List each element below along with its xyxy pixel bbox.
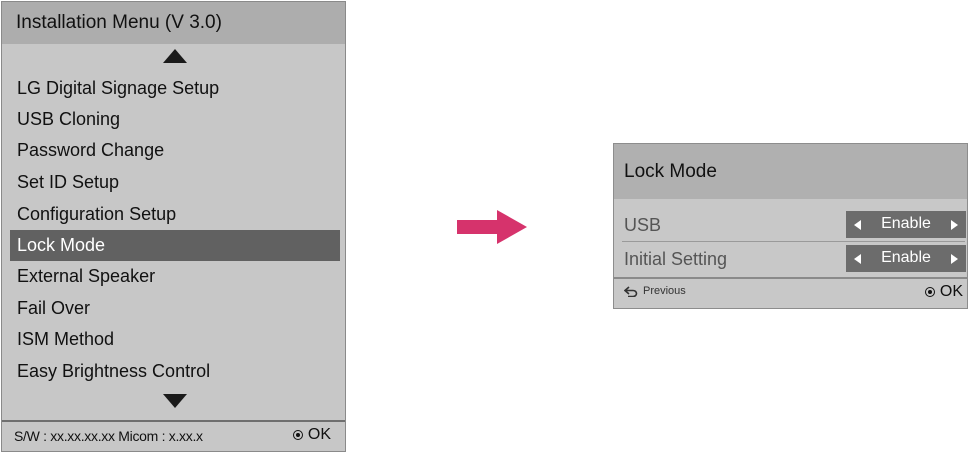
menu-header: Installation Menu (V 3.0) [2, 2, 345, 44]
menu-ok-label: OK [307, 426, 331, 443]
transition-arrow-icon [457, 210, 527, 244]
setting-value-initial-setting[interactable]: Enable [846, 245, 966, 272]
panel-ok-button[interactable]: OK [924, 283, 963, 301]
setting-label-initial-setting: Initial Setting [624, 249, 728, 269]
setting-value-usb[interactable]: Enable [846, 211, 966, 238]
menu-item-fail-over[interactable]: Fail Over [10, 293, 340, 324]
setting-value-usb-text: Enable [881, 215, 931, 232]
scroll-down-arrow-icon[interactable] [163, 394, 187, 408]
menu-title: Installation Menu (V 3.0) [16, 12, 222, 33]
ok-button-icon [924, 287, 935, 297]
panel-footer-divider [614, 277, 967, 279]
menu-item-configuration-setup[interactable]: Configuration Setup [10, 199, 340, 230]
previous-button[interactable]: Previous [624, 285, 686, 297]
menu-item-usb-cloning[interactable]: USB Cloning [10, 104, 340, 135]
menu-item-easy-brightness-control[interactable]: Easy Brightness Control [10, 356, 340, 387]
panel-header: Lock Mode [614, 144, 967, 199]
menu-item-ism-method[interactable]: ISM Method [10, 324, 340, 355]
setting-row-initial-setting[interactable]: Initial Setting Enable [614, 245, 967, 275]
setting-label-usb: USB [624, 215, 662, 235]
panel-ok-label: OK [939, 283, 963, 300]
lock-mode-panel: Lock Mode USB Enable Initial Setting Ena… [613, 143, 968, 309]
installation-menu: Installation Menu (V 3.0) LG Digital Sig… [1, 1, 346, 452]
software-version-info: S/W : xx.xx.xx.xx Micom : x.xx.x [14, 428, 203, 444]
menu-item-password-change[interactable]: Password Change [10, 135, 340, 166]
menu-ok-button[interactable]: OK [292, 426, 331, 444]
setting-row-usb[interactable]: USB Enable [614, 211, 967, 241]
previous-label: Previous [643, 285, 686, 297]
panel-title: Lock Mode [624, 161, 717, 182]
menu-item-lock-mode[interactable]: Lock Mode [10, 230, 340, 261]
menu-item-lg-digital-signage-setup[interactable]: LG Digital Signage Setup [10, 73, 340, 104]
ok-button-icon [292, 430, 303, 440]
setting-divider [622, 241, 965, 242]
right-triangle-icon[interactable] [951, 254, 958, 264]
right-triangle-icon[interactable] [951, 220, 958, 230]
menu-item-set-id-setup[interactable]: Set ID Setup [10, 167, 340, 198]
scroll-up-arrow-icon[interactable] [163, 49, 187, 63]
menu-item-external-speaker[interactable]: External Speaker [10, 261, 340, 292]
menu-footer-divider [2, 420, 345, 422]
previous-return-icon [624, 285, 638, 297]
setting-value-initial-setting-text: Enable [881, 249, 931, 266]
